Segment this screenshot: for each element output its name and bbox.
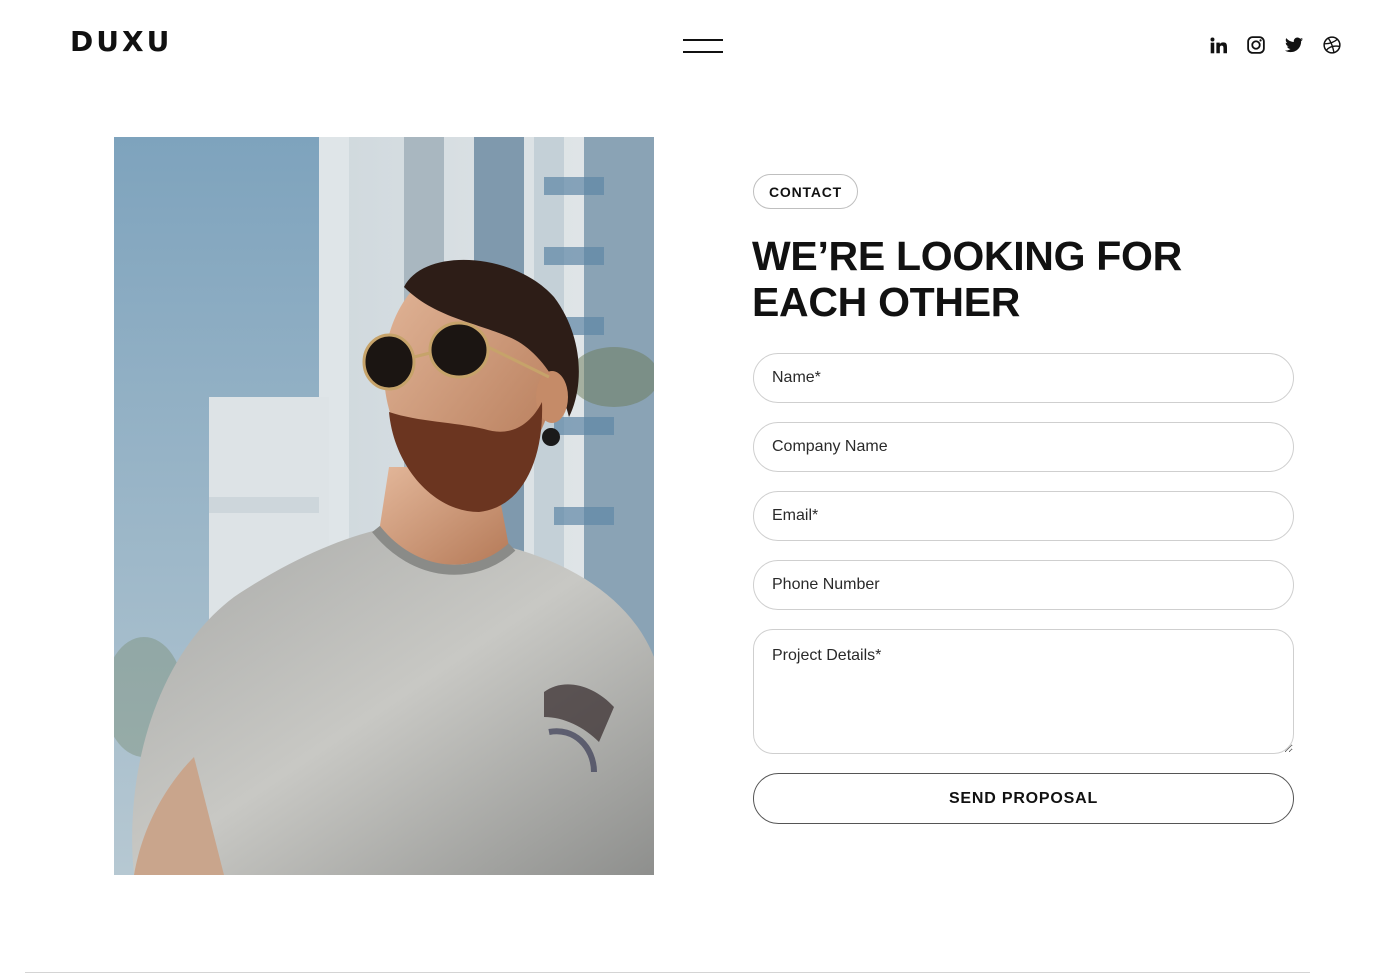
footer-divider xyxy=(25,972,1310,973)
title-line-2: EACH OTHER xyxy=(752,279,1021,325)
linkedin-icon[interactable] xyxy=(1208,35,1228,55)
phone-number-input[interactable] xyxy=(753,560,1294,610)
title-line-1: WE’RE LOOKING FOR xyxy=(752,233,1182,279)
hamburger-menu-icon[interactable] xyxy=(683,37,725,57)
project-details-textarea[interactable] xyxy=(753,629,1294,754)
email-input[interactable] xyxy=(753,491,1294,541)
send-proposal-button[interactable]: SEND PROPOSAL xyxy=(753,773,1294,824)
company-name-input[interactable] xyxy=(753,422,1294,472)
portrait-photo xyxy=(114,137,654,875)
contact-tag: CONTACT xyxy=(753,174,858,209)
name-input[interactable] xyxy=(753,353,1294,403)
contact-page: DUXU CONTACT WE’RE LOOKING FOR EACH OTHE… xyxy=(0,0,1400,975)
menu-line-top xyxy=(683,39,723,41)
menu-line-bottom xyxy=(683,51,723,53)
twitter-icon[interactable] xyxy=(1284,35,1304,55)
instagram-icon[interactable] xyxy=(1246,35,1266,55)
social-links xyxy=(1208,35,1342,55)
page-title: WE’RE LOOKING FOR EACH OTHER xyxy=(752,233,1272,325)
dribbble-icon[interactable] xyxy=(1322,35,1342,55)
site-logo[interactable]: DUXU xyxy=(70,27,172,57)
